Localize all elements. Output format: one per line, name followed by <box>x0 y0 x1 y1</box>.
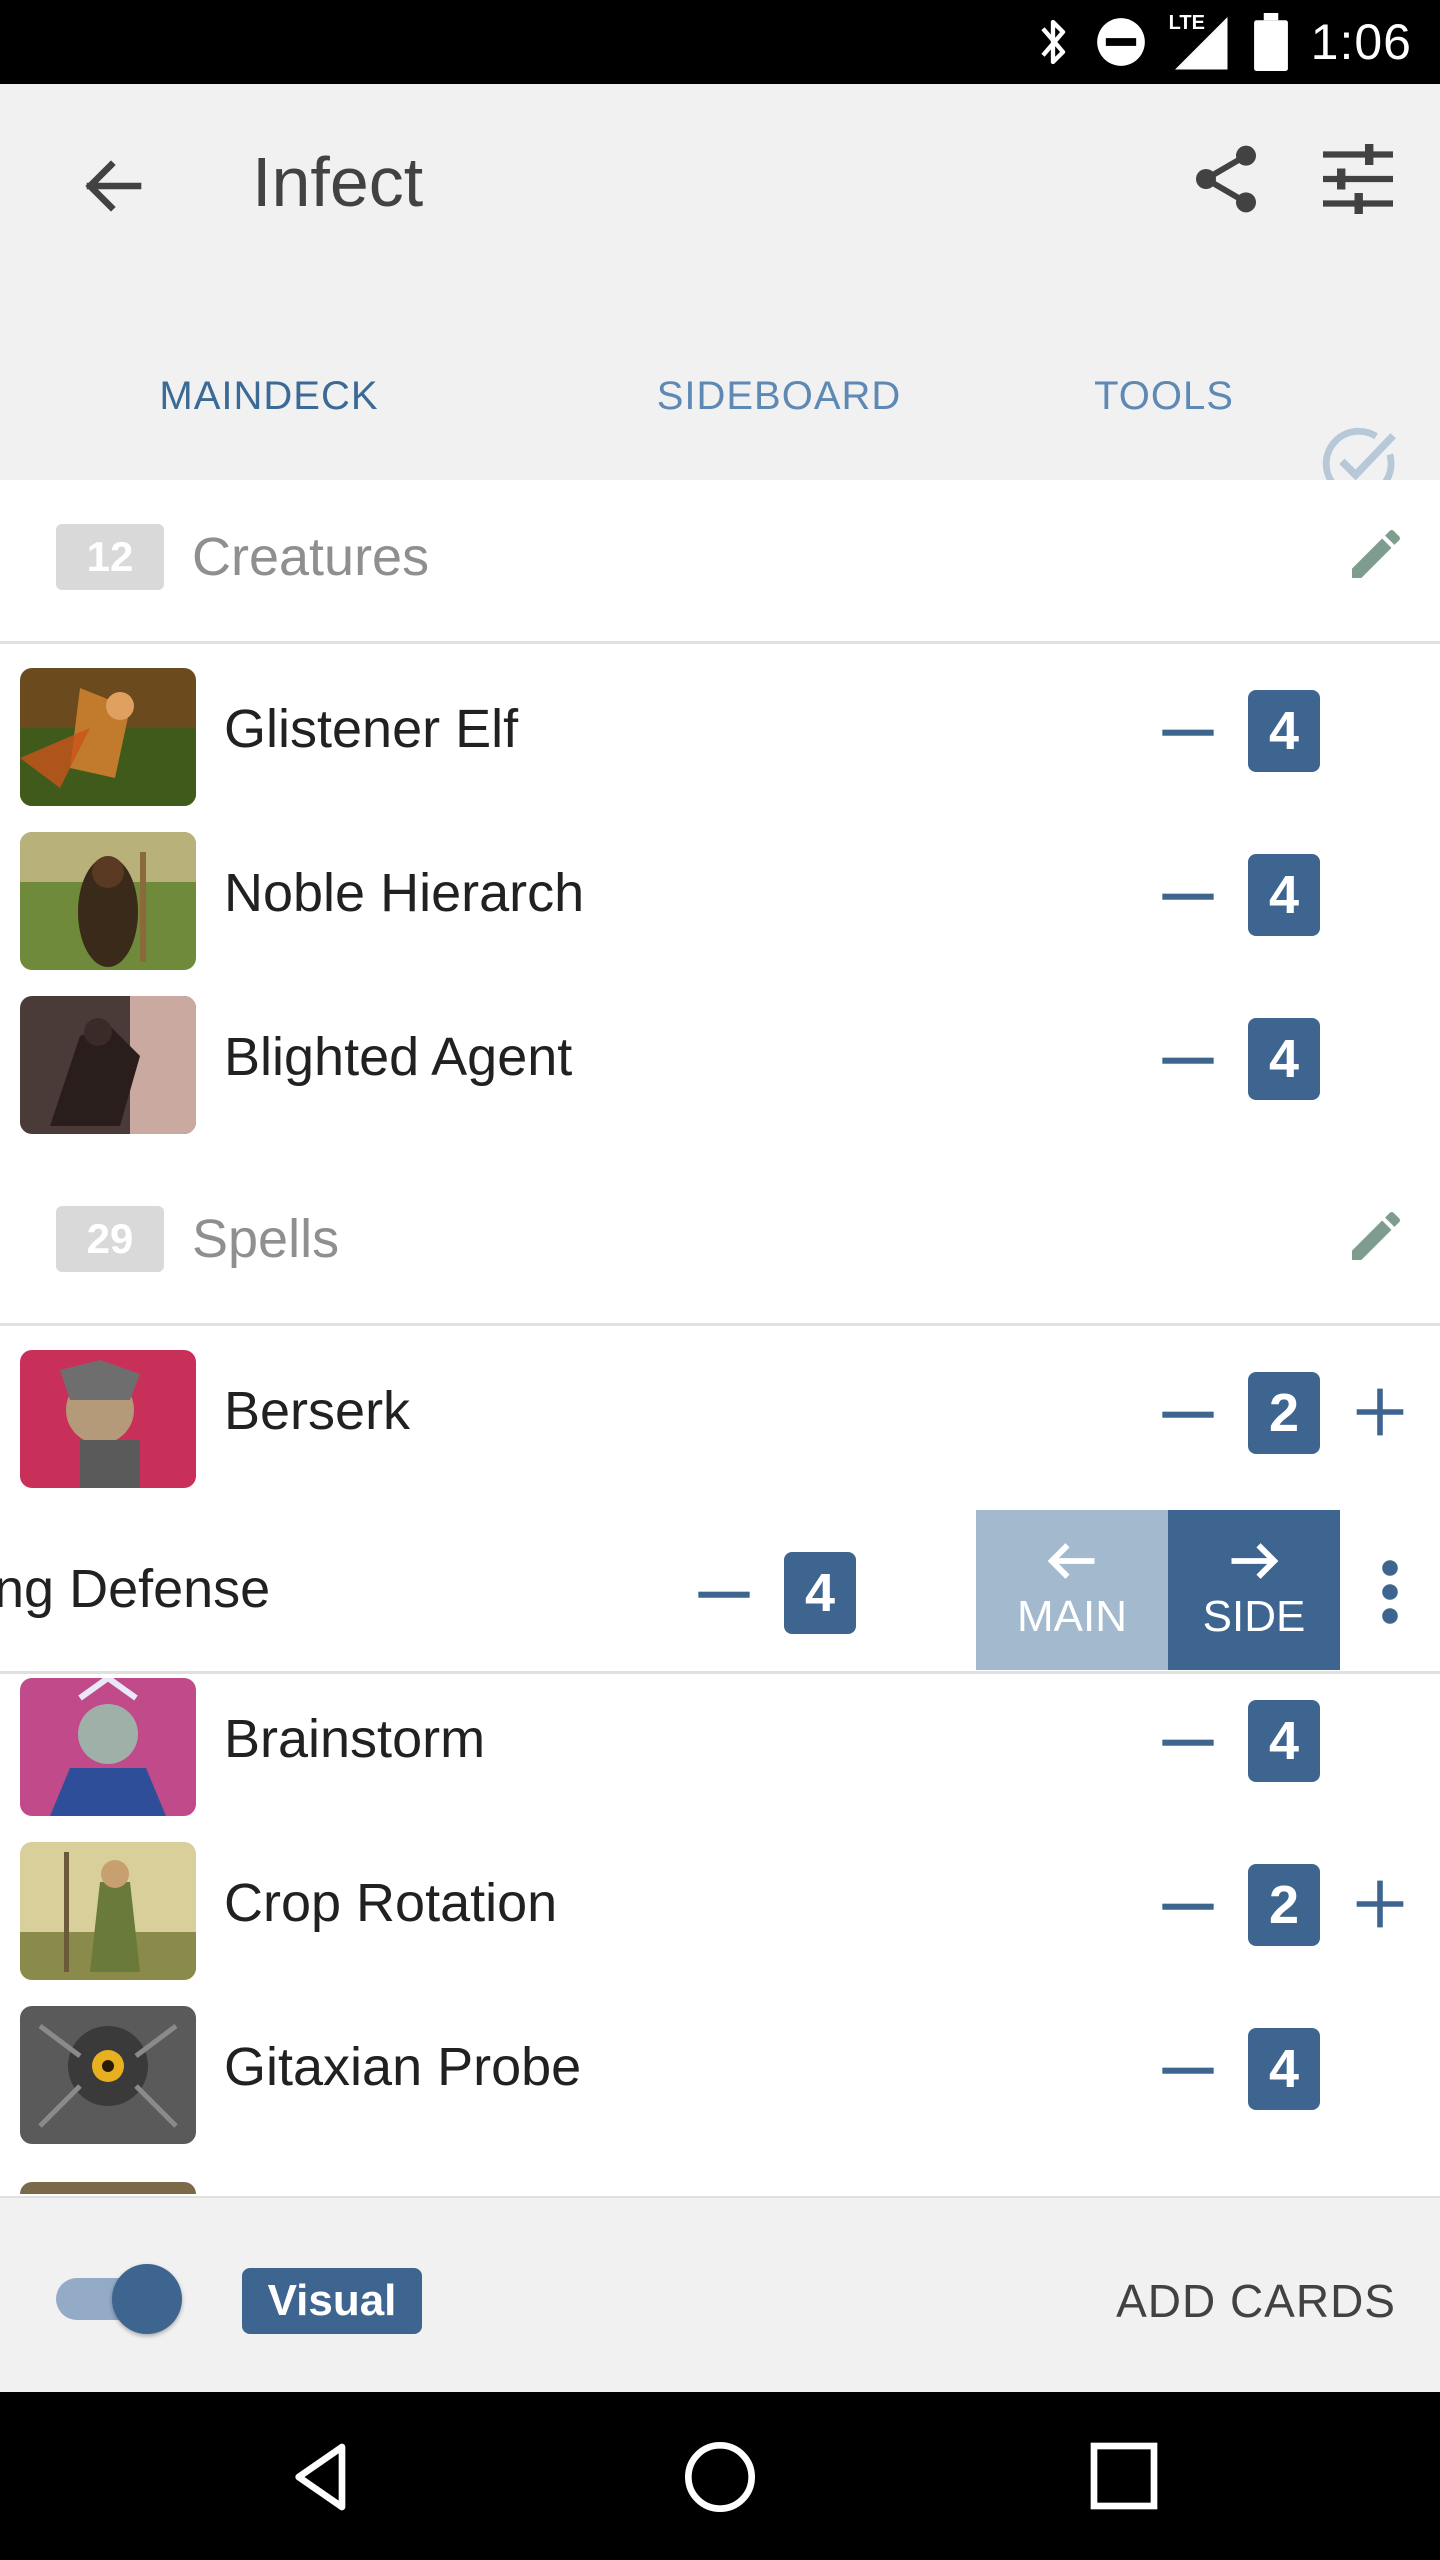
card-quantity: 4 <box>1248 854 1320 936</box>
list-item[interactable]: Crop Rotation 2 <box>0 1820 1440 1984</box>
nav-home-icon[interactable] <box>680 2432 760 2522</box>
card-quantity: 4 <box>1248 1018 1320 1100</box>
section-label: Spells <box>192 1209 340 1269</box>
card-name: Gitaxian Probe <box>224 2037 582 2097</box>
minus-icon[interactable] <box>696 1566 752 1622</box>
card-art-thumbnail <box>20 2182 196 2194</box>
card-art-thumbnail <box>20 1842 196 1980</box>
more-vert-icon[interactable] <box>1372 1556 1408 1628</box>
minus-icon[interactable] <box>1160 1714 1216 1770</box>
lte-signal: LTE <box>1169 12 1231 72</box>
card-art-thumbnail <box>20 668 196 806</box>
card-name: Glistener Elf <box>224 699 519 759</box>
arrow-back-icon[interactable] <box>78 150 150 222</box>
pencil-icon[interactable] <box>1344 522 1408 586</box>
battery-icon <box>1253 13 1288 71</box>
minus-icon[interactable] <box>1160 1386 1216 1442</box>
card-name: Crop Rotation <box>224 1873 558 1933</box>
minus-icon[interactable] <box>1160 868 1216 924</box>
tab-maindeck[interactable]: MAINDECK <box>14 332 524 460</box>
section-count: 29 <box>56 1206 164 1272</box>
list-item[interactable]: Gitaxian Probe 4 <box>0 1984 1440 2148</box>
minus-icon[interactable] <box>1160 1878 1216 1934</box>
card-art-thumbnail <box>20 1350 196 1488</box>
bottom-bar: Visual ADD CARDS <box>0 2196 1440 2392</box>
move-side-label: SIDE <box>1202 1592 1306 1641</box>
nav-back-icon[interactable] <box>282 2432 362 2522</box>
section-count: 12 <box>56 524 164 590</box>
visual-toggle[interactable] <box>56 2264 182 2334</box>
list-item[interactable]: Noble Hierarch 4 <box>0 810 1440 974</box>
list-item[interactable]: Brainstorm 4 <box>0 1656 1440 1820</box>
card-quantity: 2 <box>1248 1864 1320 1946</box>
bluetooth-icon <box>1041 19 1065 65</box>
signal-icon <box>1174 17 1228 70</box>
card-name: ng Defense <box>0 1559 271 1619</box>
plus-icon[interactable] <box>1352 1380 1408 1444</box>
section-label: Creatures <box>192 527 430 587</box>
card-quantity: 4 <box>1248 2028 1320 2110</box>
pencil-icon[interactable] <box>1344 1204 1408 1268</box>
card-list[interactable]: 12 Creatures Glistener Elf 4 Noble Hiera… <box>0 480 1440 2194</box>
card-art-thumbnail <box>20 832 196 970</box>
section-header-creatures: 12 Creatures <box>0 480 1440 644</box>
arrow-right-icon <box>1231 1543 1279 1579</box>
card-name: Noble Hierarch <box>224 863 585 923</box>
list-item[interactable]: Berserk 2 <box>0 1328 1440 1492</box>
card-name: Blighted Agent <box>224 1027 573 1087</box>
minus-icon[interactable] <box>1160 1032 1216 1088</box>
add-cards-button[interactable]: ADD CARDS <box>1116 2268 1396 2334</box>
page-title: Infect <box>252 143 424 221</box>
arrow-left-icon <box>1047 1543 1095 1579</box>
tab-bar: MAINDECK SIDEBOARD TOOLS <box>0 332 1440 530</box>
list-item[interactable]: Glistener Elf 4 <box>0 646 1440 810</box>
minus-icon[interactable] <box>1160 704 1216 760</box>
card-art-thumbnail <box>20 1678 196 1816</box>
card-quantity: 4 <box>1248 1700 1320 1782</box>
status-bar: LTE 1:06 <box>0 0 1440 84</box>
system-nav-bar <box>0 2392 1440 2560</box>
toggle-knob <box>112 2264 182 2334</box>
card-name: Berserk <box>224 1381 411 1441</box>
share-icon[interactable] <box>1186 136 1266 222</box>
app-bar: Infect MAINDECK SIDEBOARD TOOLS <box>0 84 1440 530</box>
do-not-disturb-icon <box>1096 18 1145 66</box>
card-quantity: 4 <box>1248 690 1320 772</box>
visual-label: Visual <box>242 2268 422 2334</box>
tab-tools[interactable]: TOOLS <box>1034 332 1294 460</box>
list-item-swiped[interactable]: ng Defense 4 MAIN SIDE <box>0 1510 1440 1674</box>
card-art-thumbnail <box>20 996 196 1134</box>
card-name: Brainstorm <box>224 1709 486 1769</box>
tune-icon[interactable] <box>1316 136 1400 222</box>
list-item[interactable]: Blighted Agent 4 <box>0 974 1440 1138</box>
minus-icon[interactable] <box>1160 2042 1216 2098</box>
card-art-thumbnail <box>20 2006 196 2144</box>
tab-sideboard[interactable]: SIDEBOARD <box>524 332 1034 460</box>
move-to-side-button[interactable]: SIDE <box>1168 1510 1340 1670</box>
move-main-label: MAIN <box>1017 1592 1127 1641</box>
card-quantity: 2 <box>1248 1372 1320 1454</box>
nav-recents-icon[interactable] <box>1084 2436 1164 2516</box>
status-time: 1:06 <box>1310 14 1412 70</box>
section-header-spells: 29 Spells <box>0 1162 1440 1326</box>
plus-icon[interactable] <box>1352 1872 1408 1936</box>
move-to-main-button[interactable]: MAIN <box>976 1510 1168 1670</box>
card-quantity: 4 <box>784 1552 856 1634</box>
